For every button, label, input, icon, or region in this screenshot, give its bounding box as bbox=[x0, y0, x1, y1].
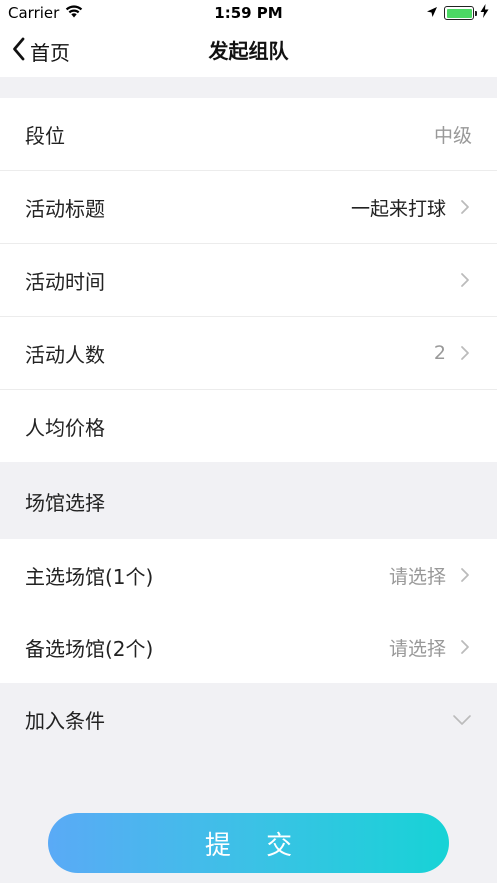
location-arrow-icon bbox=[426, 4, 438, 22]
chevron-right-icon bbox=[458, 637, 472, 657]
rank-row[interactable]: 段位 中级 bbox=[0, 98, 497, 170]
activity-title-value: 一起来打球 bbox=[350, 197, 446, 220]
activity-title-row[interactable]: 活动标题 一起来打球 bbox=[0, 171, 497, 243]
status-bar: Carrier 1:59 PM bbox=[0, 0, 497, 26]
activity-title-label: 活动标题 bbox=[25, 196, 105, 221]
backup-venue-value: 请选择 bbox=[388, 637, 446, 660]
venue-section-header: 场馆选择 bbox=[25, 490, 105, 515]
price-row[interactable]: 人均价格 bbox=[0, 390, 497, 462]
submit-button[interactable]: 提 交 bbox=[48, 813, 449, 873]
primary-venue-label: 主选场馆(1个) bbox=[25, 564, 154, 589]
chevron-right-icon bbox=[458, 343, 472, 363]
charging-bolt-icon bbox=[480, 4, 489, 22]
navigation-bar: 首页 发起组队 bbox=[0, 26, 497, 77]
chevron-right-icon bbox=[458, 270, 472, 290]
status-right bbox=[426, 4, 489, 22]
battery-icon bbox=[444, 6, 477, 20]
chevron-down-icon bbox=[452, 707, 472, 731]
activity-time-row[interactable]: 活动时间 bbox=[0, 244, 497, 316]
status-time: 1:59 PM bbox=[214, 4, 283, 22]
rank-value: 中级 bbox=[433, 124, 472, 147]
backup-venue-label: 备选场馆(2个) bbox=[25, 636, 154, 661]
page-title: 发起组队 bbox=[208, 39, 289, 63]
chevron-right-icon bbox=[458, 197, 472, 217]
activity-time-label: 活动时间 bbox=[25, 269, 105, 294]
join-conditions-toggle[interactable]: 加入条件 bbox=[0, 683, 497, 755]
activity-count-label: 活动人数 bbox=[25, 342, 105, 367]
chevron-right-icon bbox=[458, 565, 472, 585]
backup-venue-row[interactable]: 备选场馆(2个) 请选择 bbox=[0, 611, 497, 683]
join-conditions-label: 加入条件 bbox=[25, 708, 105, 733]
activity-count-row[interactable]: 活动人数 2 bbox=[0, 317, 497, 389]
price-label: 人均价格 bbox=[25, 415, 105, 440]
primary-venue-row[interactable]: 主选场馆(1个) 请选择 bbox=[0, 539, 497, 611]
rank-label: 段位 bbox=[25, 123, 65, 148]
activity-count-value: 2 bbox=[433, 342, 446, 364]
primary-venue-value: 请选择 bbox=[388, 565, 446, 588]
